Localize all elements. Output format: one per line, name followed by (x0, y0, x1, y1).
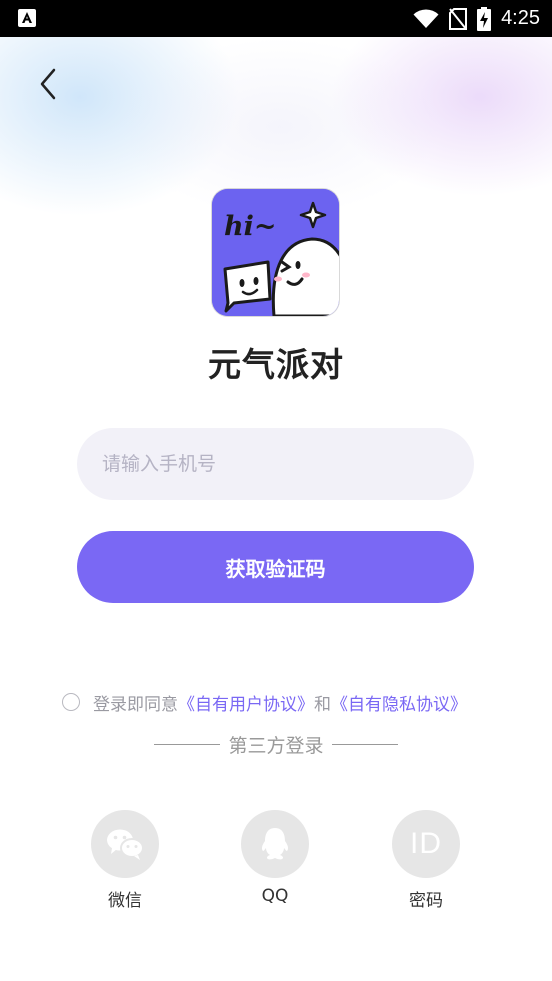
phone-input[interactable] (77, 428, 474, 500)
id-icon: ID (410, 827, 442, 860)
wechat-login-button[interactable]: 微信 (80, 810, 170, 911)
divider-left (154, 744, 221, 745)
qq-label: QQ (261, 886, 289, 906)
wechat-icon (107, 829, 144, 860)
agreement-prefix: 登录即同意 (93, 694, 178, 715)
password-label: 密码 (409, 891, 443, 911)
agreement-conjunction: 和 (314, 694, 331, 715)
status-time: 4:25 (501, 7, 540, 29)
status-bar: 4:25 (0, 0, 552, 37)
agree-radio[interactable] (62, 693, 80, 711)
qq-icon (261, 828, 289, 860)
id-icon-circle: ID (392, 810, 460, 878)
third-party-title: 第三方登录 (0, 731, 552, 758)
password-login-button[interactable]: ID 密码 (381, 810, 471, 911)
back-button[interactable] (30, 64, 66, 104)
chevron-left-icon (40, 68, 56, 100)
battery-charging-icon (477, 6, 492, 31)
accessibility-app-icon (18, 9, 36, 27)
qq-login-button[interactable]: QQ (230, 810, 320, 906)
privacy-agreement-link[interactable]: 《自有隐私协议》 (331, 690, 467, 715)
agreement-row: 登录即同意 《自有用户协议》 和 《自有隐私协议》 (62, 690, 467, 715)
user-agreement-link[interactable]: 《自有用户协议》 (178, 690, 314, 715)
get-code-button[interactable]: 获取验证码 (77, 531, 474, 603)
third-party-title-text: 第三方登录 (228, 735, 324, 757)
wechat-label: 微信 (108, 891, 142, 911)
wifi-icon (413, 8, 439, 28)
no-sim-icon (449, 7, 468, 30)
app-name: 元气派对 (208, 345, 344, 384)
divider-right (331, 744, 398, 745)
qq-icon-circle (241, 810, 309, 878)
logo-text: hi~ (224, 211, 277, 242)
app-logo: hi~ (212, 189, 339, 316)
wechat-icon-circle (91, 810, 159, 878)
